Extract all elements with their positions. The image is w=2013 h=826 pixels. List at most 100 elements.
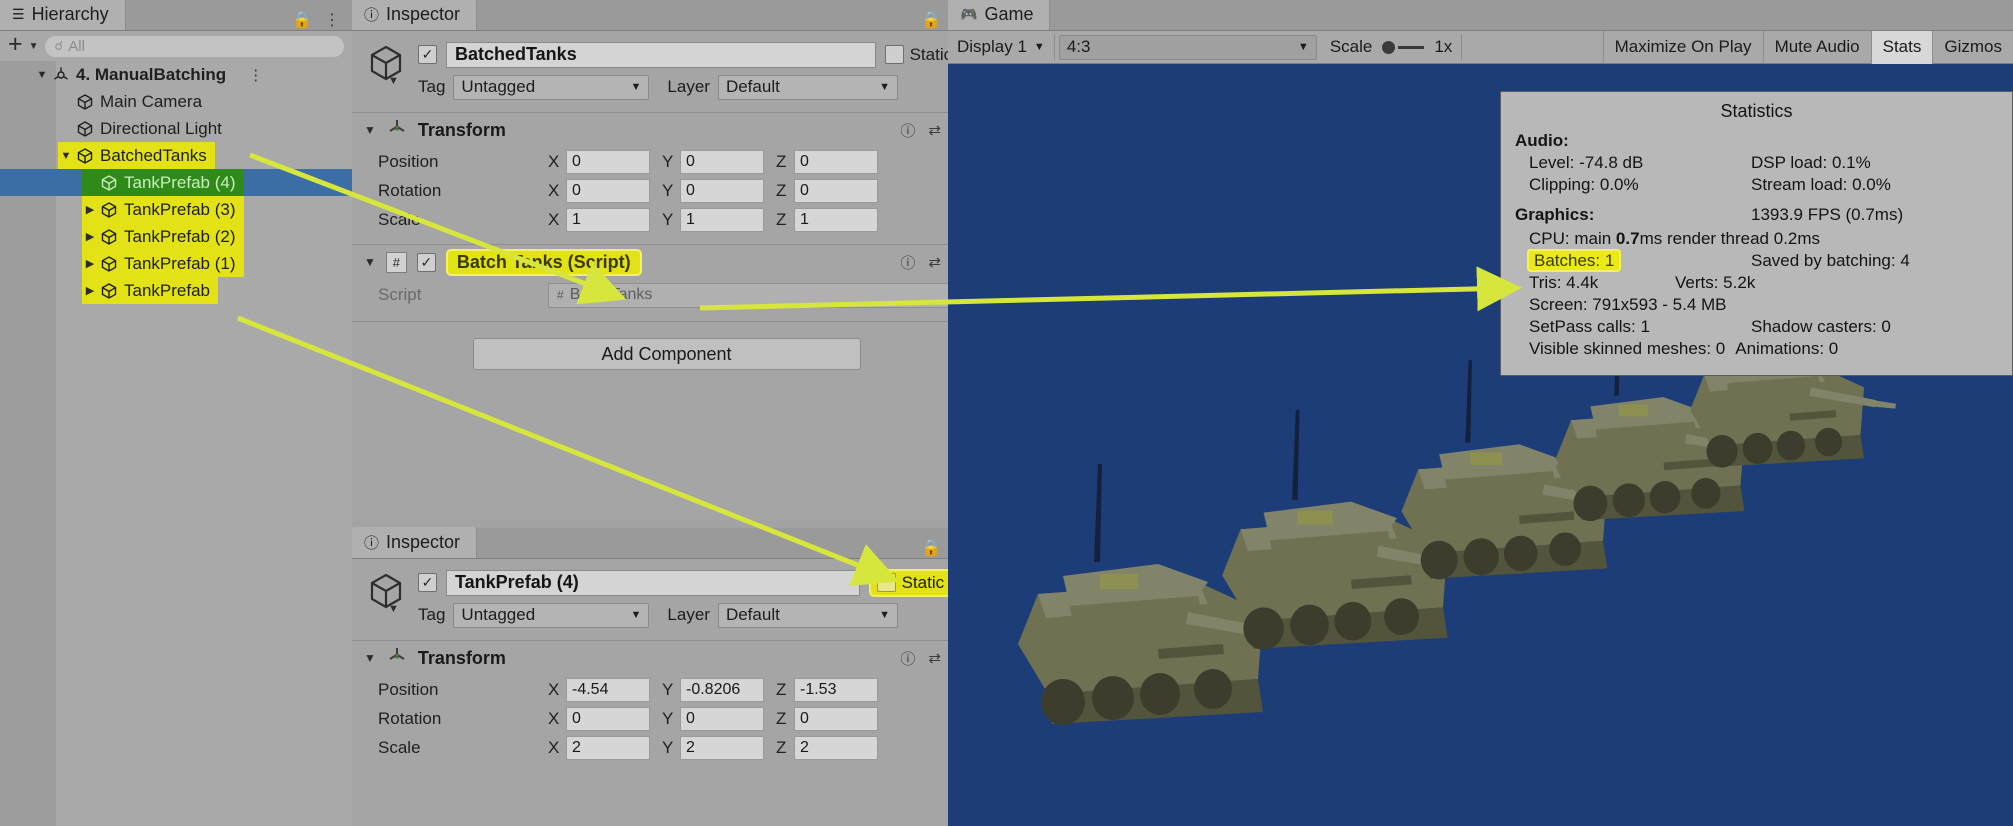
layer-dropdown[interactable]: Default ▼ — [718, 603, 898, 628]
preset-icon[interactable]: ⇄ — [928, 121, 941, 139]
transform-top-position-x-field[interactable]: 0 — [566, 150, 650, 174]
scale-slider-group[interactable]: Scale 1x — [1321, 34, 1463, 60]
transform-top-scale-x-field[interactable]: 1 — [566, 208, 650, 232]
axis-group-x: X0 — [548, 179, 650, 203]
slider-track[interactable] — [1398, 46, 1424, 49]
preset-icon[interactable]: ⇄ — [928, 649, 941, 667]
transform-bottom-position-x-field[interactable]: -4.54 — [566, 678, 650, 702]
chevron-down-icon[interactable]: ▼ — [364, 651, 376, 665]
transform-top-position-y-field[interactable]: 0 — [680, 150, 764, 174]
kebab-menu-icon[interactable]: ⋮ — [324, 10, 340, 30]
transform-top-rotation-x-field[interactable]: 0 — [566, 179, 650, 203]
script-field-row: Script # BatchTanks ◉ — [352, 279, 981, 311]
transform-top-scale-y-field[interactable]: 1 — [680, 208, 764, 232]
slider-knob[interactable] — [1382, 41, 1395, 54]
lock-icon[interactable]: 🔒 — [921, 10, 941, 30]
tab-inspector-bottom[interactable]: ⓘ Inspector — [352, 527, 477, 558]
hierarchy-item-tankprefab-4[interactable]: TankPrefab (4) — [0, 169, 352, 196]
lock-icon[interactable]: 🔒 — [292, 10, 312, 30]
transform-bottom-position-z-field[interactable]: -1.53 — [794, 678, 878, 702]
hierarchy-item-tankprefab-1[interactable]: ▶TankPrefab (1) — [0, 250, 352, 277]
transform-bottom-scale-x-field[interactable]: 2 — [566, 736, 650, 760]
chevron-down-icon[interactable]: ▼ — [364, 123, 376, 137]
tab-hierarchy[interactable]: ☰ Hierarchy — [0, 0, 126, 30]
add-component-button[interactable]: Add Component — [473, 338, 861, 370]
component-header-transform-bottom[interactable]: ▼ Transform ⓘ ⇄ ⋮ — [352, 641, 981, 675]
component-enabled-checkbox[interactable]: ✓ — [417, 253, 436, 272]
hierarchy-item-content: ▶TankPrefab (3) — [82, 196, 244, 223]
gameobject-name-row-top: ✓ BatchedTanks Static ▼ — [418, 41, 969, 68]
hierarchy-item-tankprefab[interactable]: ▶TankPrefab — [0, 277, 352, 304]
static-checkbox[interactable] — [877, 573, 896, 592]
hierarchy-item-tankprefab-3[interactable]: ▶TankPrefab (3) — [0, 196, 352, 223]
hierarchy-item-content: TankPrefab (4) — [82, 169, 244, 196]
stats-button[interactable]: Stats — [1871, 31, 1933, 64]
gameobject-enabled-checkbox[interactable]: ✓ — [418, 45, 437, 64]
transform-bottom-position-y-field[interactable]: -0.8206 — [680, 678, 764, 702]
transform-bottom-rotation-y-field[interactable]: 0 — [680, 707, 764, 731]
axis-group-y: Y1 — [662, 208, 764, 232]
chevron-right-icon[interactable]: ▶ — [82, 203, 98, 216]
inspector-top-body: ▼ ✓ BatchedTanks Static ▼ Tag — [352, 31, 981, 370]
transform-bottom-scale-z-field[interactable]: 2 — [794, 736, 878, 760]
transform-top-rotation-label: Rotation — [378, 181, 548, 201]
layer-dropdown[interactable]: Default ▼ — [718, 75, 898, 100]
transform-bottom-rotation-z-field[interactable]: 0 — [794, 707, 878, 731]
kebab-menu-icon[interactable]: ⋮ — [248, 66, 263, 84]
script-object-field[interactable]: # BatchTanks ◉ — [548, 283, 969, 308]
scale-slider[interactable] — [1382, 41, 1424, 54]
gameobject-name-field[interactable]: TankPrefab (4) — [446, 570, 860, 596]
tag-value: Untagged — [461, 77, 535, 97]
hierarchy-item-batchedtanks[interactable]: ▼BatchedTanks — [0, 142, 352, 169]
hierarchy-item-directional-light[interactable]: Directional Light — [0, 115, 352, 142]
hierarchy-item-main-camera[interactable]: Main Camera — [0, 88, 352, 115]
chevron-right-icon[interactable]: ▶ — [82, 257, 98, 270]
chevron-down-icon[interactable]: ▼ — [58, 150, 74, 162]
chevron-down-icon[interactable]: ▼ — [29, 41, 39, 52]
transform-top-scale-z-field[interactable]: 1 — [794, 208, 878, 232]
lock-icon[interactable]: 🔒 — [921, 538, 941, 558]
transform-title: Transform — [418, 648, 506, 669]
hierarchy-item-label: Main Camera — [100, 92, 202, 112]
tab-game[interactable]: 🎮 Game — [948, 0, 1050, 30]
chevron-down-icon[interactable]: ▼ — [364, 255, 376, 269]
hierarchy-item-4-manualbatching[interactable]: ▼4. ManualBatching⋮ — [0, 61, 352, 88]
batch-tanks-script-title: Batch Tanks (Script) — [446, 249, 642, 276]
add-gameobject-button[interactable]: + — [8, 32, 23, 57]
tag-dropdown[interactable]: Untagged ▼ — [453, 75, 649, 100]
gameobject-enabled-checkbox[interactable]: ✓ — [418, 573, 437, 592]
hierarchy-item-tankprefab-2[interactable]: ▶TankPrefab (2) — [0, 223, 352, 250]
display-dropdown[interactable]: Display 1 ▼ — [948, 34, 1055, 60]
transform-bottom-rotation-x-field[interactable]: 0 — [566, 707, 650, 731]
hierarchy-icon: ☰ — [12, 6, 25, 23]
component-header-batch-tanks[interactable]: ▼ # ✓ Batch Tanks (Script) ⓘ ⇄ ⋮ — [352, 245, 981, 279]
help-icon[interactable]: ⓘ — [900, 252, 915, 273]
transform-top-position-z-field[interactable]: 0 — [794, 150, 878, 174]
help-icon[interactable]: ⓘ — [900, 120, 915, 141]
tag-dropdown[interactable]: Untagged ▼ — [453, 603, 649, 628]
chevron-down-icon[interactable]: ▼ — [34, 69, 50, 81]
help-icon[interactable]: ⓘ — [900, 648, 915, 669]
transform-top-rotation-z-field[interactable]: 0 — [794, 179, 878, 203]
component-header-transform-top[interactable]: ▼ Transform ⓘ ⇄ ⋮ — [352, 113, 981, 147]
preset-icon[interactable]: ⇄ — [928, 253, 941, 271]
chevron-right-icon[interactable]: ▶ — [82, 230, 98, 243]
static-checkbox[interactable] — [885, 45, 904, 64]
gameobject-name-field[interactable]: BatchedTanks — [446, 42, 876, 68]
mute-audio-button[interactable]: Mute Audio — [1763, 31, 1871, 64]
gameobject-cube-icon — [74, 147, 96, 165]
axis-group-x: X-4.54 — [548, 678, 650, 702]
game-viewport[interactable]: Statistics Audio: Level: -74.8 dB DSP lo… — [948, 64, 2013, 826]
chevron-down-icon[interactable]: ▼ — [388, 75, 399, 87]
tab-inspector-top[interactable]: ⓘ Inspector — [352, 0, 477, 30]
transform-top-rotation-y-field[interactable]: 0 — [680, 179, 764, 203]
transform-bottom-scale-y-field[interactable]: 2 — [680, 736, 764, 760]
gizmos-button[interactable]: Gizmos — [1932, 31, 2013, 64]
transform-title: Transform — [418, 120, 506, 141]
gameobject-fields-top: ✓ BatchedTanks Static ▼ Tag Untagged ▼ — [418, 41, 969, 102]
maximize-on-play-button[interactable]: Maximize On Play — [1603, 31, 1763, 64]
aspect-dropdown[interactable]: 4:3 ▼ — [1059, 35, 1317, 60]
chevron-down-icon[interactable]: ▼ — [388, 603, 399, 615]
chevron-right-icon[interactable]: ▶ — [82, 284, 98, 297]
hierarchy-search-input[interactable]: ☌ All — [45, 36, 344, 57]
